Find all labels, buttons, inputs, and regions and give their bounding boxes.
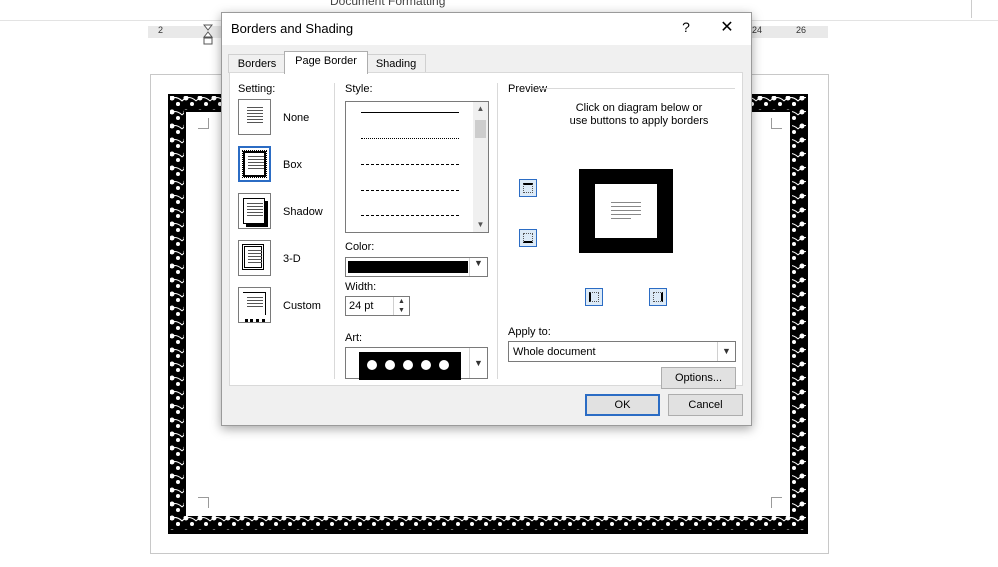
dialog-titlebar[interactable]: Borders and Shading ? ✕: [222, 13, 751, 45]
tab-shading[interactable]: Shading: [366, 54, 426, 73]
width-stepper[interactable]: 24 pt ▲ ▼: [345, 296, 410, 316]
setting-custom-button[interactable]: [238, 287, 271, 323]
style-listbox[interactable]: ▲ ▼: [345, 101, 489, 233]
apply-to-dropdown[interactable]: Whole document ▼: [508, 341, 736, 362]
color-label: Color:: [345, 241, 375, 253]
margin-corner-bottom-left: [198, 497, 209, 508]
tab-panel: Setting: None Box Shadow 3-D Custom Styl…: [229, 72, 743, 389]
bottom-border-icon: [523, 233, 533, 243]
scroll-thumb[interactable]: [475, 120, 486, 138]
chevron-down-icon[interactable]: ▼: [469, 258, 487, 276]
style-option-dash-dot[interactable]: [361, 215, 459, 216]
spin-arrows-icon[interactable]: ▲ ▼: [393, 297, 409, 315]
style-option-solid[interactable]: [361, 112, 459, 113]
ruler-number: 24: [752, 25, 763, 35]
setting-box-button[interactable]: [238, 146, 271, 182]
apply-to-value: Whole document: [513, 346, 596, 358]
tab-page-border[interactable]: Page Border: [284, 51, 368, 74]
setting-3d-label[interactable]: 3-D: [283, 253, 301, 265]
art-preview-vine-icon: [359, 352, 461, 380]
style-option-dashed-small[interactable]: [361, 164, 459, 165]
column-separator: [497, 83, 498, 379]
ruler-number: 2: [158, 25, 164, 35]
setting-3d-button[interactable]: [238, 240, 271, 276]
color-swatch: [348, 261, 468, 273]
bottom-border-button[interactable]: [519, 229, 537, 247]
preview-separator: [540, 88, 735, 89]
column-separator: [334, 83, 335, 379]
style-option-dashed-large[interactable]: [361, 190, 459, 191]
none-setting-icon: [247, 107, 263, 129]
cancel-button[interactable]: Cancel: [668, 394, 743, 416]
style-scrollbar[interactable]: ▲ ▼: [473, 102, 488, 232]
preview-diagram[interactable]: [579, 169, 673, 253]
setting-shadow-button[interactable]: [238, 193, 271, 229]
top-border-icon: [523, 183, 533, 193]
left-border-icon: [589, 292, 599, 302]
scroll-up-icon[interactable]: ▲: [473, 102, 488, 116]
window-edge: [971, 0, 972, 18]
preview-label: Preview: [508, 83, 548, 95]
setting-none-label[interactable]: None: [283, 112, 309, 124]
ok-button[interactable]: OK: [585, 394, 660, 416]
color-dropdown[interactable]: ▼: [345, 257, 488, 277]
close-icon[interactable]: ✕: [716, 17, 738, 37]
setting-custom-label[interactable]: Custom: [283, 300, 321, 312]
chevron-down-icon[interactable]: ▼: [717, 342, 735, 361]
right-border-button[interactable]: [649, 288, 667, 306]
width-value: 24 pt: [349, 300, 374, 312]
left-border-button[interactable]: [585, 288, 603, 306]
apply-to-label: Apply to:: [508, 326, 551, 338]
chevron-down-icon[interactable]: ▼: [469, 348, 487, 378]
setting-shadow-label[interactable]: Shadow: [283, 206, 323, 218]
art-label: Art:: [345, 332, 363, 344]
setting-box-label[interactable]: Box: [283, 159, 302, 171]
top-border-button[interactable]: [519, 179, 537, 197]
margin-corner-bottom-right: [771, 497, 782, 508]
margin-corner-top-left: [198, 118, 209, 129]
options-button[interactable]: Options...: [661, 367, 736, 389]
setting-label: Setting:: [238, 83, 276, 95]
scroll-down-icon[interactable]: ▼: [473, 218, 488, 232]
tab-borders[interactable]: Borders: [228, 54, 286, 73]
help-icon[interactable]: ?: [677, 19, 695, 35]
style-option-dotted[interactable]: [361, 138, 459, 139]
preview-page: [595, 184, 657, 238]
width-label: Width:: [345, 281, 377, 293]
borders-and-shading-dialog: Borders and Shading ? ✕ Borders Page Bor…: [221, 12, 752, 426]
margin-corner-top-right: [771, 118, 782, 129]
setting-none-button[interactable]: [238, 99, 271, 135]
ruler-number: 26: [796, 25, 807, 35]
right-border-icon: [653, 292, 663, 302]
indent-marker-icon[interactable]: [202, 24, 214, 46]
art-dropdown[interactable]: ▼: [345, 347, 488, 380]
document-title: Document Formatting: [330, 0, 446, 8]
style-label: Style:: [345, 83, 373, 95]
preview-instructions: Click on diagram below or use buttons to…: [569, 102, 709, 127]
dialog-title: Borders and Shading: [231, 21, 354, 36]
